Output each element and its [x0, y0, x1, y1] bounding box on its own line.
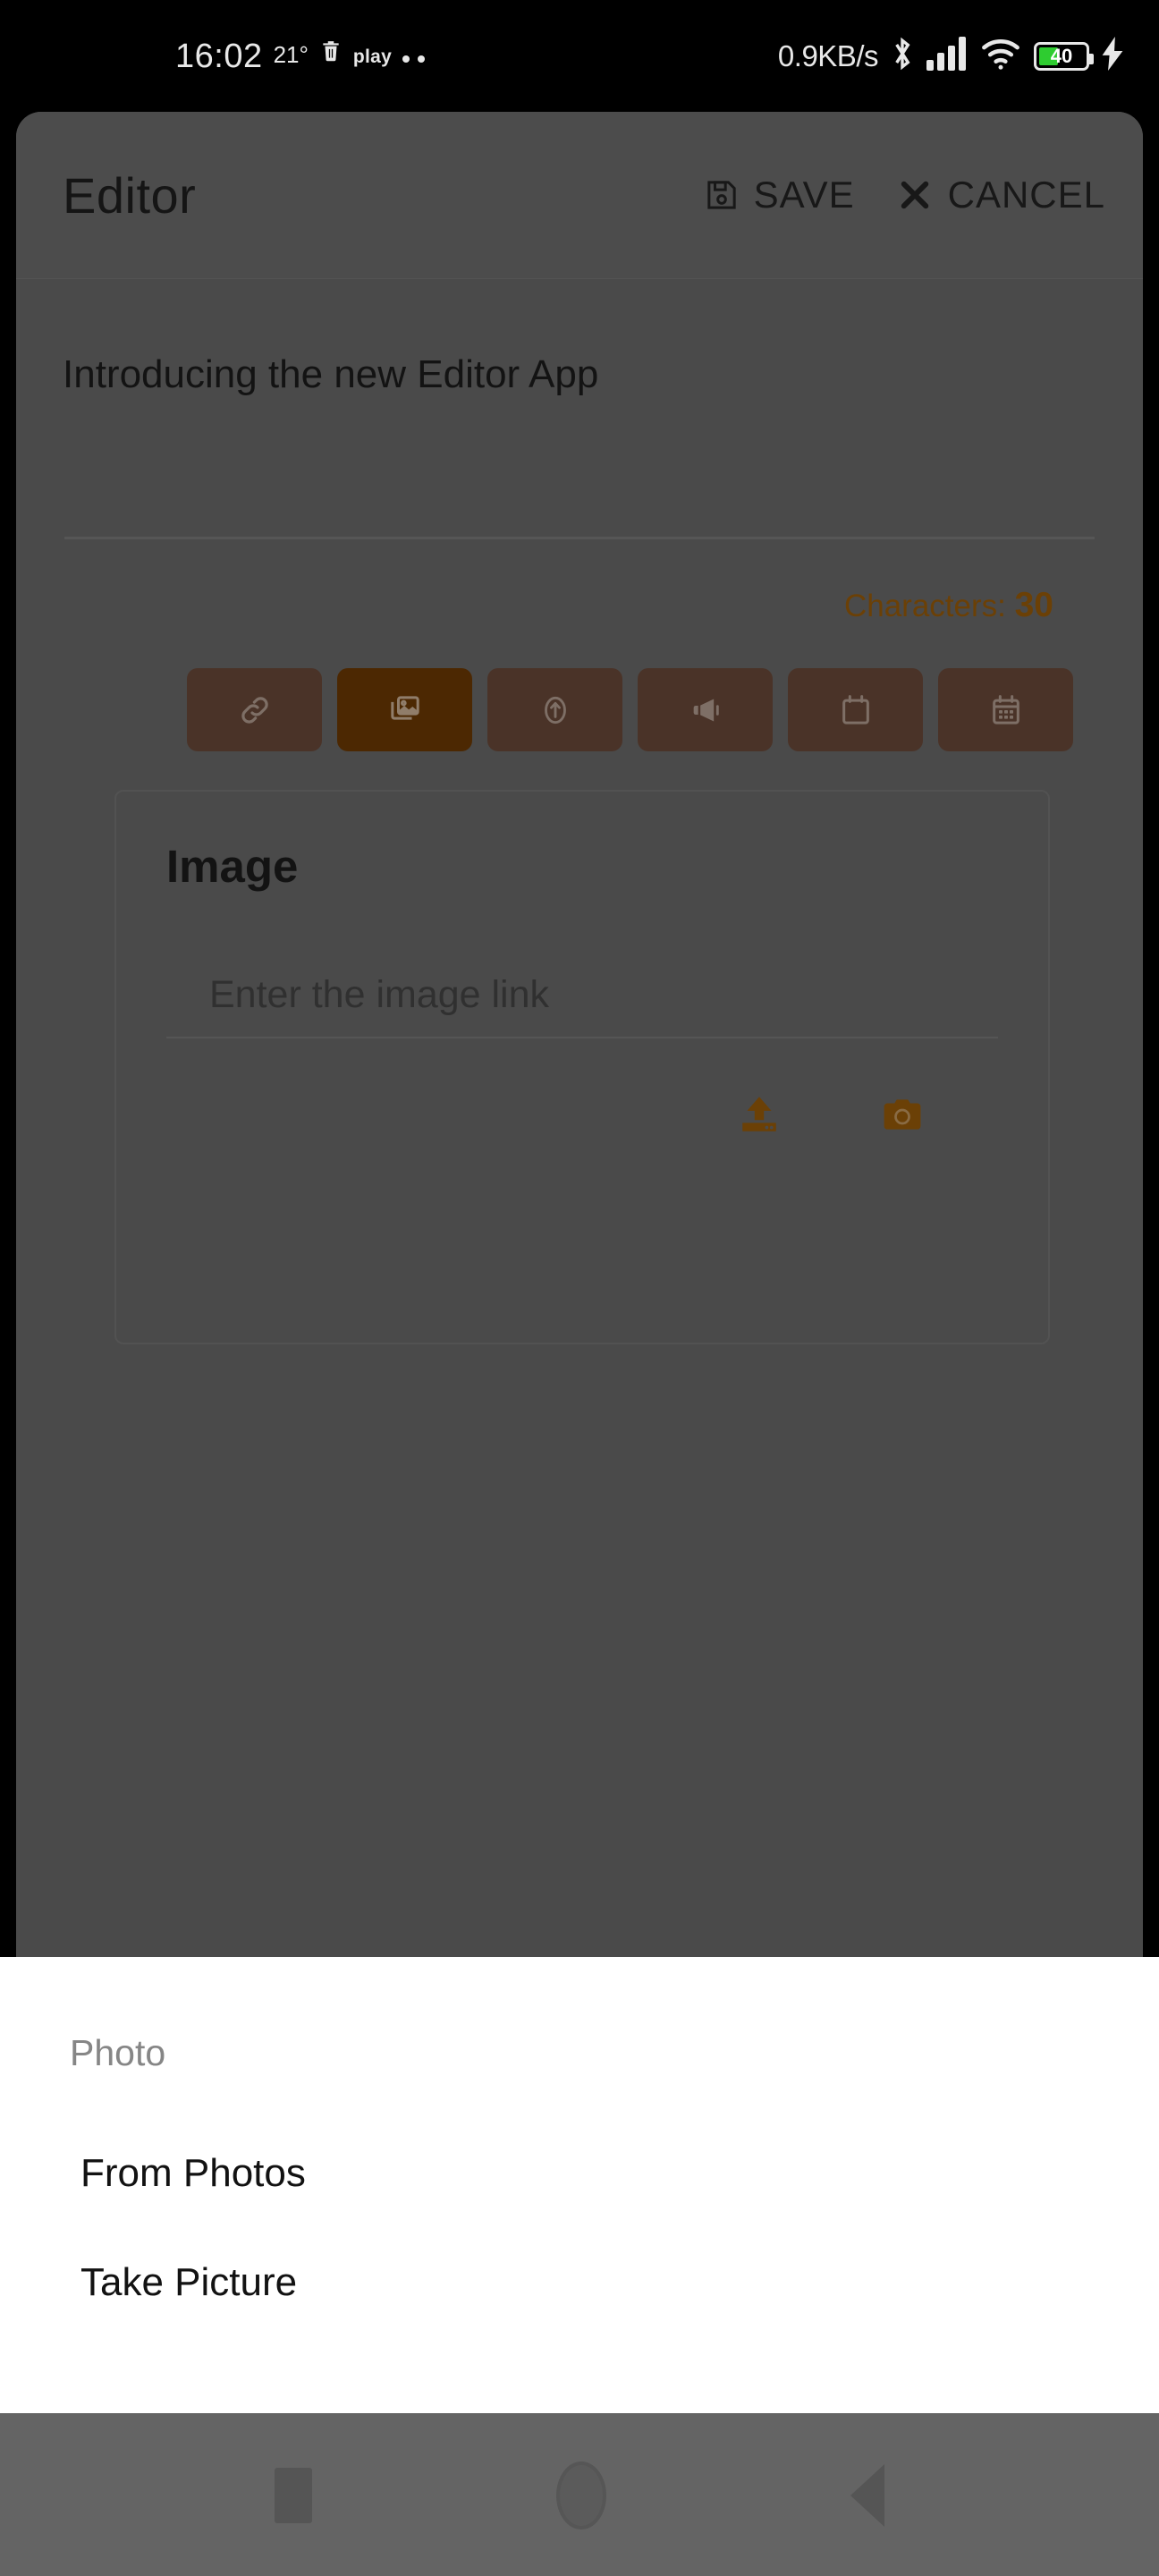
image-card-actions: [166, 1092, 998, 1137]
page-title: Editor: [63, 166, 197, 224]
floppy-disk-icon: [704, 176, 740, 214]
save-button[interactable]: SAVE: [704, 174, 855, 216]
schedule-button[interactable]: [938, 668, 1073, 751]
calendar-grid-icon: [988, 692, 1024, 728]
status-clock: 16:02: [175, 37, 263, 75]
bluetooth-icon: [891, 35, 914, 77]
sheet-option-from-photos[interactable]: From Photos: [0, 2151, 1159, 2196]
link-button[interactable]: [187, 668, 322, 751]
battery-level: 40: [1050, 44, 1073, 67]
status-bar-left: 16:02 21° play: [175, 37, 426, 75]
editor-app-window: Editor SAVE CANCEL Introducing the new E…: [16, 112, 1143, 1957]
event-button[interactable]: [788, 668, 923, 751]
image-link-placeholder: Enter the image link: [209, 973, 550, 1016]
bottom-sheet-title: Photo: [70, 2032, 166, 2073]
status-bar-right: 0.9KB/s 40: [778, 35, 1123, 77]
sheet-option-take-picture[interactable]: Take Picture: [0, 2260, 1159, 2305]
recents-square-icon[interactable]: [275, 2467, 312, 2523]
insert-toolbar: [63, 668, 1096, 751]
battery-icon: 40: [1034, 41, 1094, 71]
upload-circle-icon: [537, 692, 573, 728]
calendar-icon: [838, 692, 874, 728]
network-speed: 0.9KB/s: [777, 38, 879, 72]
camera-icon[interactable]: [880, 1092, 925, 1137]
upload-button[interactable]: [487, 668, 622, 751]
character-counter-value: 30: [1014, 586, 1053, 624]
image-link-input[interactable]: Enter the image link: [166, 973, 998, 1038]
character-counter-label: Characters:: [843, 589, 1006, 623]
editor-page: Introducing the new Editor App Character…: [16, 349, 1143, 1344]
app-bar-actions: SAVE CANCEL: [704, 174, 1143, 216]
app-bar: Editor SAVE CANCEL: [16, 112, 1143, 279]
wifi-icon: [980, 37, 1021, 75]
cancel-label: CANCEL: [947, 174, 1105, 216]
image-button[interactable]: [337, 668, 472, 751]
document-title-input[interactable]: Introducing the new Editor App: [63, 349, 1096, 537]
android-nav-bar: [0, 2413, 1159, 2576]
more-dots-icon: [402, 55, 426, 63]
image-card-title: Image: [166, 841, 299, 892]
title-divider: [64, 537, 1095, 539]
home-circle-icon[interactable]: [556, 2461, 606, 2529]
cancel-button[interactable]: CANCEL: [896, 174, 1105, 216]
announcement-button[interactable]: [638, 668, 773, 751]
status-bar: 16:02 21° play 0.9KB/s 40: [0, 0, 1159, 112]
phone-screen: 16:02 21° play 0.9KB/s 40 Editor SAVE CA…: [0, 0, 1159, 2576]
back-triangle-icon[interactable]: [850, 2463, 884, 2527]
charging-bolt-icon: [1102, 37, 1123, 75]
megaphone-icon: [688, 692, 723, 728]
image-insert-card: Image Enter the image link: [114, 790, 1050, 1344]
save-label: SAVE: [753, 174, 855, 216]
status-temperature: 21°: [273, 40, 309, 68]
upload-icon[interactable]: [737, 1092, 782, 1137]
link-icon: [237, 692, 273, 728]
character-counter: Characters: 30: [63, 586, 1096, 625]
close-x-icon: [896, 176, 934, 214]
trash-icon: [319, 37, 343, 70]
photo-source-bottom-sheet: Photo From Photos Take Picture: [0, 1957, 1159, 2413]
image-gallery-icon: [387, 692, 423, 728]
cellular-signal-icon: [926, 37, 968, 75]
status-play-label: play: [352, 46, 393, 67]
